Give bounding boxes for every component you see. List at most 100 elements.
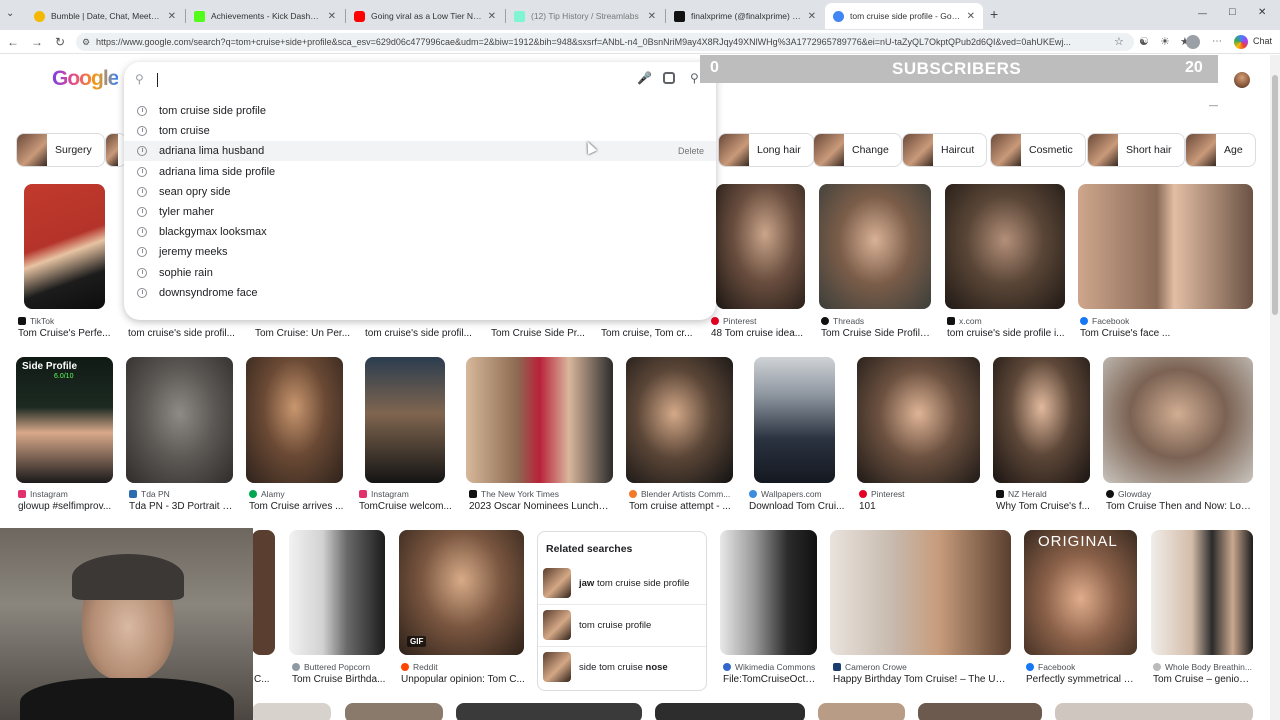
more-menu-icon[interactable]: ⋯ bbox=[1212, 34, 1222, 50]
bookmark-star-icon[interactable]: ☆ bbox=[1114, 34, 1124, 50]
image-result[interactable] bbox=[24, 184, 105, 309]
image-result[interactable] bbox=[754, 357, 835, 483]
image-caption[interactable]: Unpopular opinion: Tom C... bbox=[401, 674, 525, 685]
image-result[interactable] bbox=[857, 357, 980, 483]
address-bar[interactable]: ⚙ https://www.google.com/search?q=tom+cr… bbox=[76, 33, 1134, 51]
image-source[interactable]: Facebook bbox=[1026, 662, 1075, 672]
image-result[interactable] bbox=[1078, 184, 1253, 309]
image-caption[interactable]: Tom cruise, Tom cr... bbox=[601, 328, 701, 339]
image-caption[interactable]: File:TomCruiseOct0... bbox=[723, 674, 817, 685]
reload-icon[interactable]: ↻ bbox=[55, 34, 65, 50]
image-result[interactable] bbox=[289, 530, 385, 655]
image-source[interactable]: Buttered Popcorn bbox=[292, 662, 370, 672]
image-caption[interactable]: Happy Birthday Tom Cruise! – The Unc... bbox=[833, 674, 1011, 685]
image-source[interactable]: Tda PN bbox=[129, 489, 170, 499]
tab-kick[interactable]: Achievements - Kick Dashboard ✕ bbox=[186, 3, 344, 29]
tab-youtube[interactable]: Going viral as a Low Tier Normie ✕ bbox=[346, 3, 504, 29]
suggestion-item[interactable]: downsyndrome face bbox=[124, 283, 716, 303]
image-result[interactable] bbox=[1103, 357, 1253, 483]
image-source[interactable]: Cameron Crowe bbox=[833, 662, 907, 672]
image-result[interactable] bbox=[456, 703, 642, 720]
image-caption[interactable]: 48 Tom cruise idea... bbox=[711, 328, 811, 339]
minimize-button[interactable]: — bbox=[1198, 8, 1207, 18]
chip-short-hair[interactable]: Short hair bbox=[1087, 133, 1185, 167]
image-result[interactable] bbox=[945, 184, 1065, 309]
image-caption[interactable]: Why Tom Cruise's f... bbox=[996, 501, 1090, 512]
image-source[interactable]: The New York Times bbox=[469, 489, 559, 499]
image-caption[interactable]: glowup #selfimprov... bbox=[18, 501, 118, 512]
suggestion-item[interactable]: tom cruise bbox=[124, 121, 716, 141]
maximize-button[interactable]: □ bbox=[1229, 6, 1236, 18]
chip-cosmetic[interactable]: Cosmetic bbox=[990, 133, 1086, 167]
image-result[interactable] bbox=[1055, 703, 1253, 720]
image-caption[interactable]: Tom Cruise's face ... bbox=[1080, 328, 1200, 339]
image-caption[interactable]: TomCruise welcom... bbox=[359, 501, 455, 512]
related-search-item[interactable]: side tom cruise nose bbox=[543, 648, 703, 686]
image-caption[interactable]: Perfectly symmetrical T... bbox=[1026, 674, 1136, 685]
image-source[interactable]: Instagram bbox=[359, 489, 409, 499]
chip-surgery[interactable]: Surgery bbox=[16, 133, 105, 167]
close-tab-icon[interactable]: ✕ bbox=[168, 11, 176, 22]
scrollbar-thumb[interactable] bbox=[1272, 75, 1278, 315]
image-source[interactable]: Glowday bbox=[1106, 489, 1151, 499]
image-result[interactable] bbox=[252, 703, 331, 720]
tab-google-active[interactable]: tom cruise side profile - Google Se ✕ bbox=[825, 3, 983, 29]
suggestion-item[interactable]: jeremy meeks bbox=[124, 242, 716, 262]
suggestion-item[interactable]: adriana lima side profile bbox=[124, 162, 716, 182]
image-source[interactable]: Blender Artists Comm... bbox=[629, 489, 730, 499]
image-result[interactable] bbox=[252, 530, 275, 655]
related-search-item[interactable]: tom cruise profile bbox=[543, 606, 703, 644]
page-scrollbar[interactable] bbox=[1270, 55, 1280, 720]
tab-streamlabs[interactable]: (12) Tip History / Streamlabs ✕ bbox=[506, 3, 664, 29]
image-result[interactable]: ORIGINAL bbox=[1024, 530, 1137, 655]
image-caption[interactable]: Tda PN - 3D Portrait o... bbox=[129, 501, 233, 512]
image-caption[interactable]: C... bbox=[254, 674, 274, 685]
image-source[interactable]: Reddit bbox=[401, 662, 438, 672]
collapse-icon[interactable]: — bbox=[1209, 100, 1218, 110]
image-result[interactable] bbox=[466, 357, 613, 483]
image-result[interactable] bbox=[655, 703, 805, 720]
suggestion-item[interactable]: blackgymax looksmax bbox=[124, 222, 716, 242]
forward-arrow-icon[interactable]: → bbox=[31, 34, 43, 50]
suggestion-item[interactable]: tyler maher bbox=[124, 202, 716, 222]
chip-haircut[interactable]: Haircut bbox=[902, 133, 988, 167]
suggestion-item[interactable]: sean opry side bbox=[124, 182, 716, 202]
extensions-puzzle-icon[interactable]: ☀ bbox=[1160, 34, 1170, 50]
image-source[interactable]: Threads bbox=[821, 316, 864, 326]
image-caption[interactable]: tom cruise's side profil... bbox=[128, 328, 240, 339]
close-window-button[interactable]: ✕ bbox=[1258, 7, 1266, 18]
image-source[interactable]: Wallpapers.com bbox=[749, 489, 822, 499]
suggestion-item-highlighted[interactable]: adriana lima husband Delete bbox=[124, 141, 716, 161]
image-caption[interactable]: Tom Cruise Then and Now: Loo... bbox=[1106, 501, 1254, 512]
suggestion-item[interactable]: tom cruise side profile bbox=[124, 101, 716, 121]
chip-change[interactable]: Change bbox=[813, 133, 902, 167]
account-avatar[interactable] bbox=[1234, 72, 1250, 88]
image-caption[interactable]: Tom Cruise Side Pr... bbox=[491, 328, 591, 339]
chip-age[interactable]: Age bbox=[1185, 133, 1256, 167]
extension-icon[interactable]: ☯ bbox=[1139, 34, 1149, 50]
suggestion-item[interactable]: sophie rain bbox=[124, 263, 716, 283]
image-caption[interactable]: Tom Cruise Birthda... bbox=[292, 674, 388, 685]
back-arrow-icon[interactable]: ← bbox=[7, 34, 19, 50]
tab-bumble[interactable]: Bumble | Date, Chat, Meet New Pe ✕ bbox=[26, 3, 184, 29]
site-info-icon[interactable]: ⚙ bbox=[82, 33, 90, 51]
search-submit-icon[interactable]: ⚲ bbox=[690, 71, 699, 85]
close-tab-icon[interactable]: ✕ bbox=[328, 11, 336, 22]
voice-search-mic-icon[interactable]: 🎤 bbox=[637, 71, 652, 85]
profile-avatar[interactable] bbox=[1186, 35, 1200, 49]
image-source[interactable]: Pinterest bbox=[711, 316, 757, 326]
tab-list-dropdown[interactable]: ⌄ bbox=[6, 8, 14, 19]
image-result[interactable] bbox=[830, 530, 1011, 655]
image-result[interactable] bbox=[716, 184, 805, 309]
tab-tiktok[interactable]: finalxprime (@finalxprime) | TikTok ✕ bbox=[666, 3, 824, 29]
image-caption[interactable]: Tom Cruise Side Profile... bbox=[821, 328, 933, 339]
image-source[interactable]: Instagram bbox=[18, 489, 68, 499]
image-source[interactable]: TikTok bbox=[18, 316, 54, 326]
image-result[interactable] bbox=[720, 530, 817, 655]
image-caption[interactable]: Tom cruise attempt - ... bbox=[629, 501, 733, 512]
image-caption[interactable]: 101 bbox=[859, 501, 959, 512]
copilot-icon[interactable] bbox=[1234, 35, 1248, 49]
close-tab-icon[interactable]: ✕ bbox=[648, 11, 656, 22]
image-source[interactable]: x.com bbox=[947, 316, 982, 326]
image-result[interactable] bbox=[819, 184, 931, 309]
